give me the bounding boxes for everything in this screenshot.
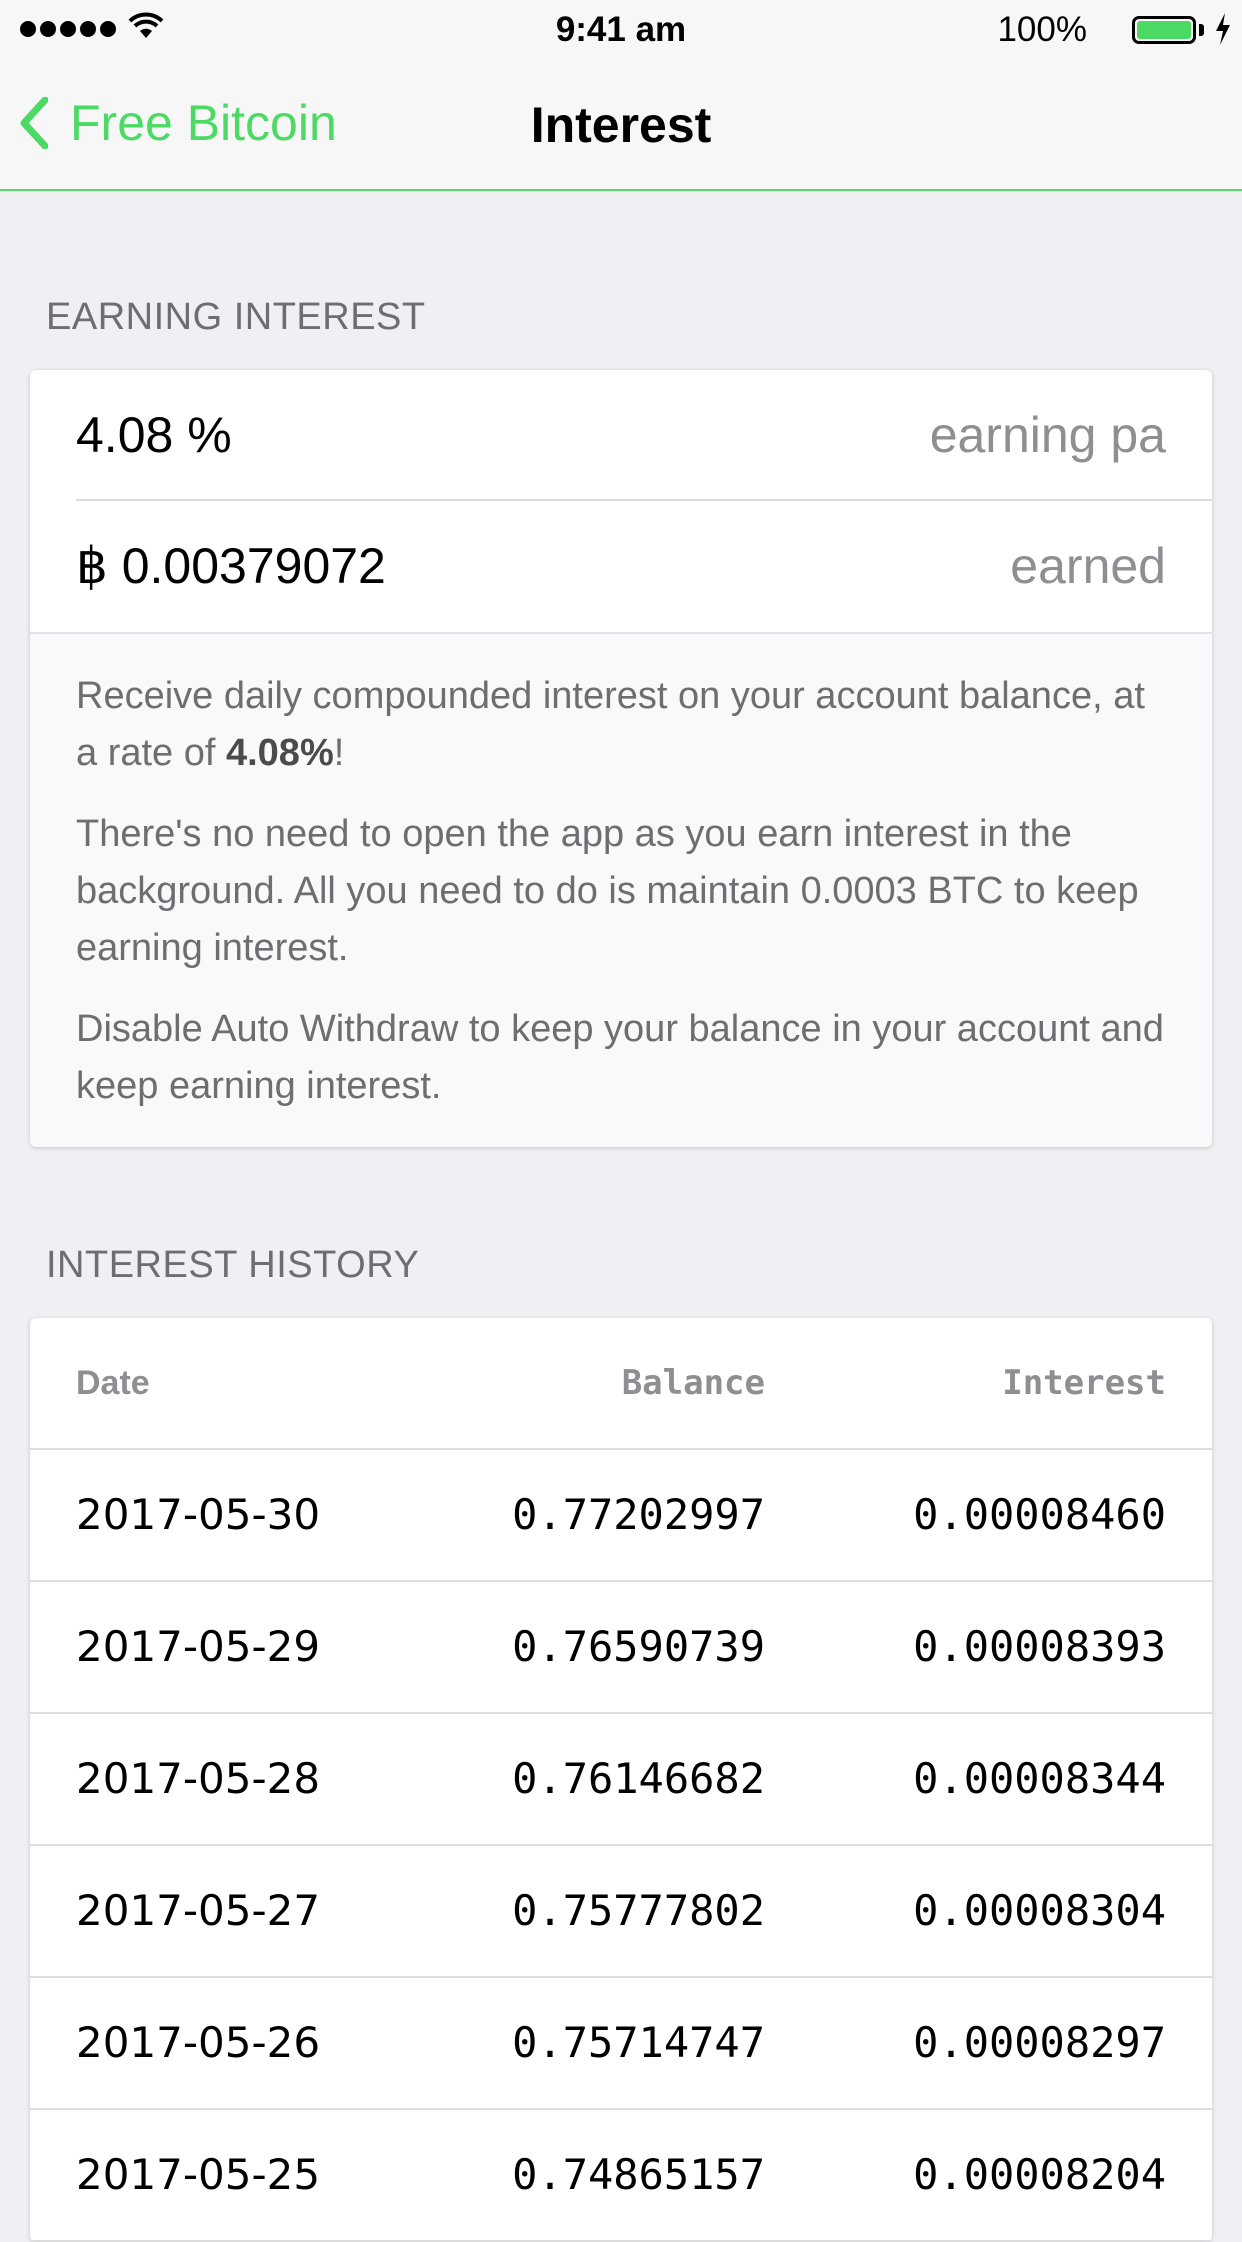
lightning-bolt-icon [1216,13,1230,45]
info-rate-bold: 4.08% [225,732,334,774]
row-interest: 0.00008297 [913,2018,1166,2067]
status-bar: 9:41 am 100% [0,0,1242,60]
section-header-earning-interest: EARNING INTEREST [46,296,426,338]
row-balance: 0.76146682 [512,1754,765,1803]
row-balance: 0.76590739 [512,1622,765,1671]
row-interest: 0.00008460 [913,1490,1166,1539]
table-row: 2017-05-26 0.75714747 0.00008297 [30,1978,1212,2110]
info-text-end: ! [333,732,345,774]
row-balance: 0.74865157 [512,2150,765,2199]
page-title: Interest [530,97,712,153]
table-header-row: Date Balance Interest [30,1318,1212,1450]
earned-value: ฿ 0.00379072 [76,538,386,594]
table-body: 2017-05-30 0.77202997 0.00008460 2017-05… [30,1450,1212,2242]
row-date: 2017-05-27 [76,1886,321,1935]
earned-label: earned [1010,538,1166,594]
earned-row: ฿ 0.00379072 earned [30,501,1212,632]
row-date: 2017-05-28 [76,1754,321,1803]
table-row: 2017-05-28 0.76146682 0.00008344 [30,1714,1212,1846]
section-header-interest-history: INTEREST HISTORY [46,1244,420,1286]
row-date: 2017-05-30 [76,1490,321,1539]
row-balance: 0.77202997 [512,1490,765,1539]
navigation-bar: Free Bitcoin Interest [0,60,1242,191]
row-interest: 0.00008204 [913,2150,1166,2199]
battery-icon [1132,16,1196,44]
earning-interest-card: 4.08 % earning pa ฿ 0.00379072 earned Re… [30,370,1212,1147]
row-balance: 0.75777802 [512,1886,765,1935]
info-paragraph-1: Receive daily compounded interest on you… [76,668,1166,782]
row-interest: 0.00008304 [913,1886,1166,1935]
interest-history-table: Date Balance Interest 2017-05-30 0.77202… [30,1318,1212,2242]
info-paragraph-3: Disable Auto Withdraw to keep your balan… [76,1008,1164,1107]
table-row: 2017-05-25 0.74865157 0.00008204 [30,2110,1212,2242]
rate-value: 4.08 % [76,407,232,463]
battery-nub [1199,24,1204,36]
rate-row: 4.08 % earning pa [30,370,1212,501]
column-header-balance: Balance [621,1363,765,1403]
row-date: 2017-05-25 [76,2150,321,2199]
row-date: 2017-05-29 [76,1622,321,1671]
row-interest: 0.00008344 [913,1754,1166,1803]
battery-fill [1137,21,1191,39]
table-row: 2017-05-27 0.75777802 0.00008304 [30,1846,1212,1978]
row-interest: 0.00008393 [913,1622,1166,1671]
column-header-date: Date [76,1364,150,1402]
interest-info-box: Receive daily compounded interest on you… [30,632,1212,1147]
row-balance: 0.75714747 [512,2018,765,2067]
battery-percent: 100% [997,10,1087,49]
rate-label: earning pa [929,407,1166,463]
row-date: 2017-05-26 [76,2018,321,2067]
info-paragraph-2: There's no need to open the app as you e… [76,813,1139,969]
table-row: 2017-05-30 0.77202997 0.00008460 [30,1450,1212,1582]
column-header-interest: Interest [1002,1363,1166,1403]
table-row: 2017-05-29 0.76590739 0.00008393 [30,1582,1212,1714]
